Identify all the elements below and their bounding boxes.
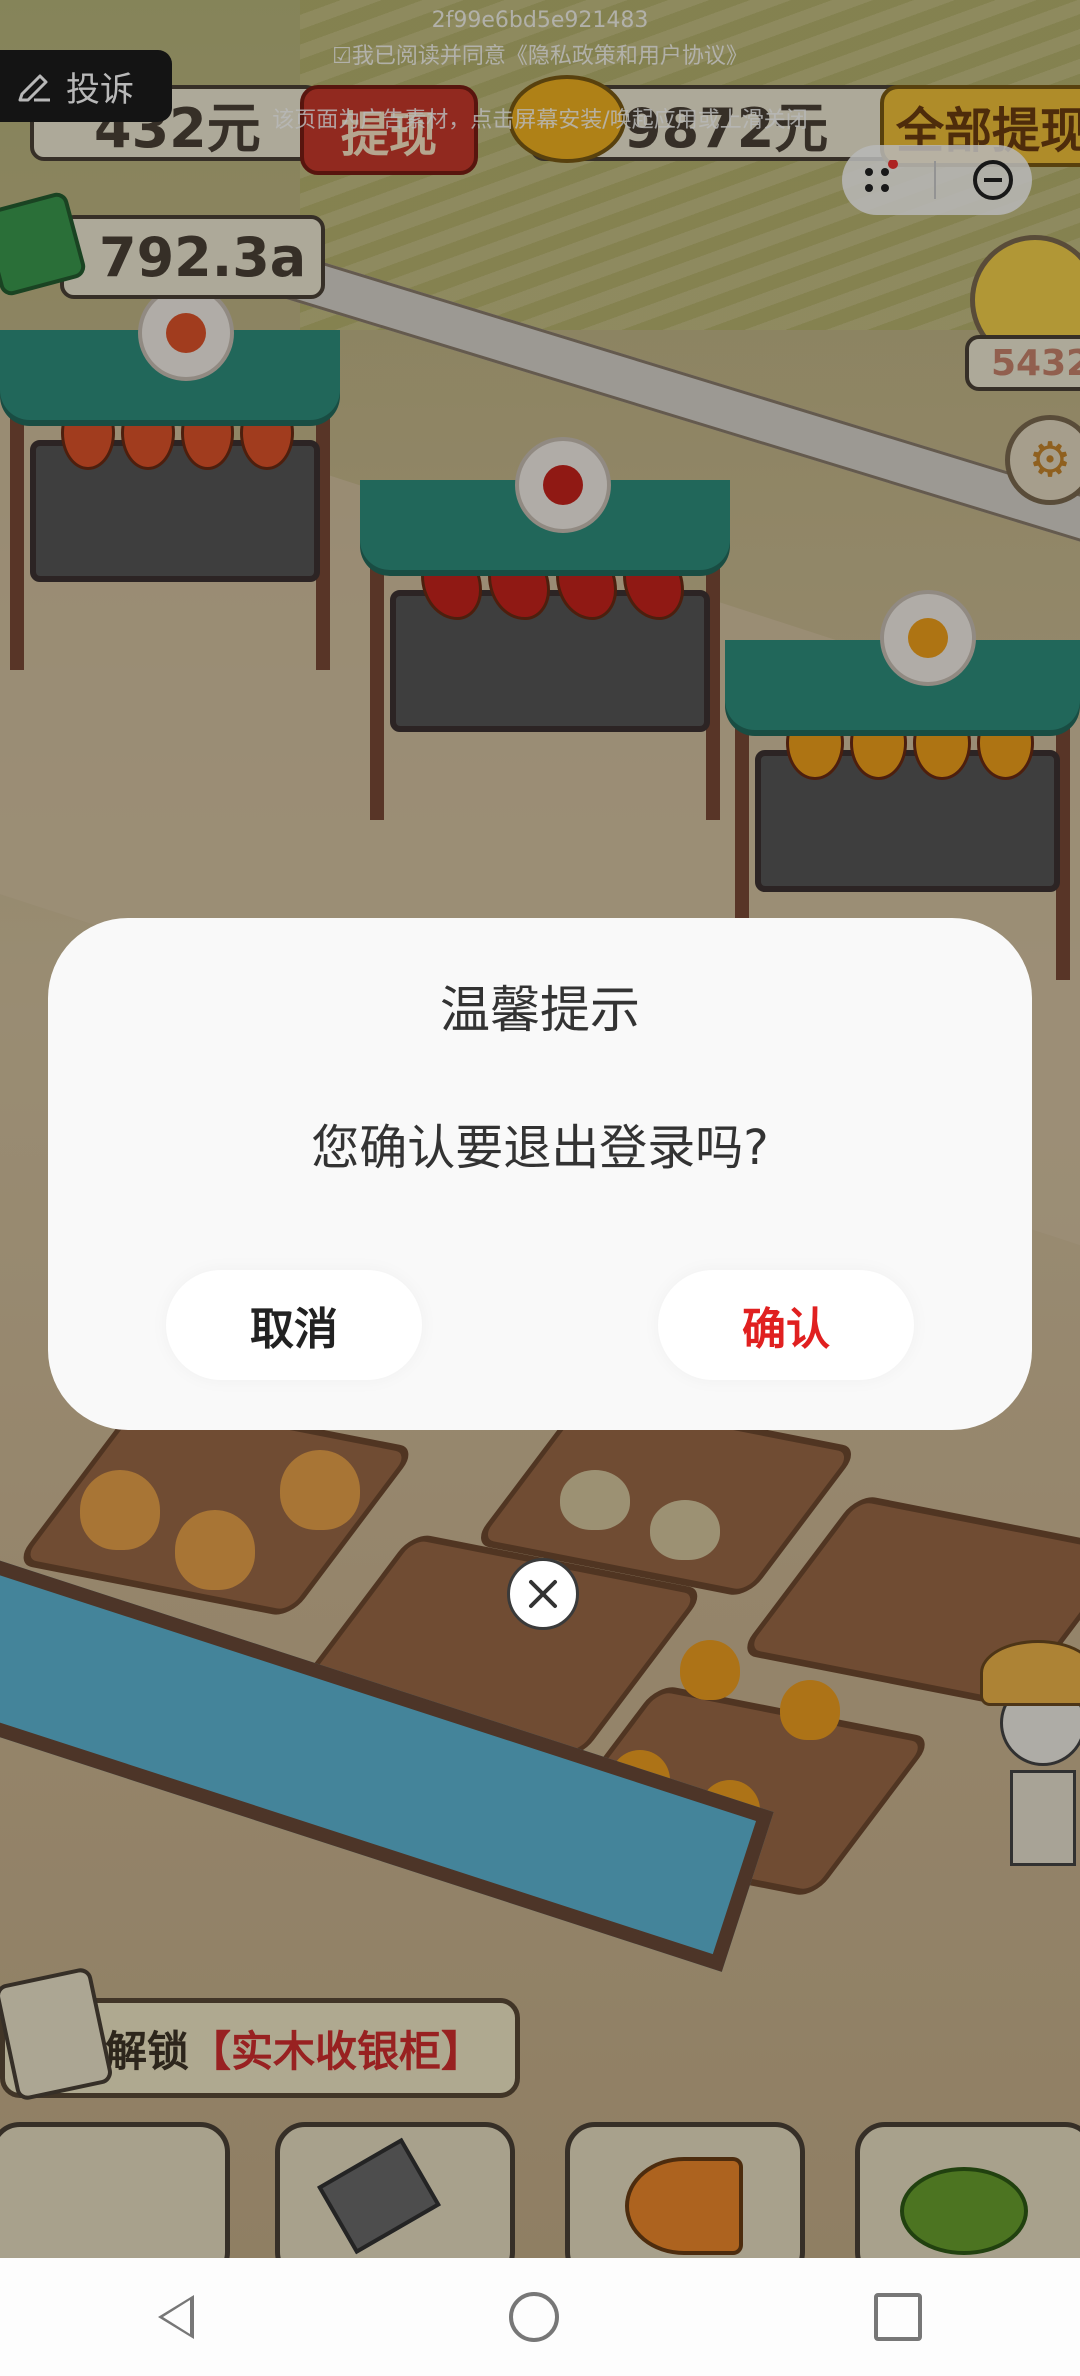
confirm-button[interactable]: 确认 [658,1270,914,1380]
close-button[interactable] [507,1558,579,1630]
dialog-message: 您确认要退出登录吗? [311,1120,769,1176]
close-x-icon [529,1580,557,1608]
dialog-title: 温馨提示 [440,981,640,1039]
recent-apps-icon[interactable] [874,2293,923,2341]
cancel-button[interactable]: 取消 [166,1270,422,1380]
logout-confirm-dialog: 温馨提示 您确认要退出登录吗? 取消 确认 [48,918,1032,1430]
back-icon[interactable] [157,2295,194,2339]
system-nav-bar [0,2258,1080,2376]
home-icon[interactable] [508,2292,559,2342]
